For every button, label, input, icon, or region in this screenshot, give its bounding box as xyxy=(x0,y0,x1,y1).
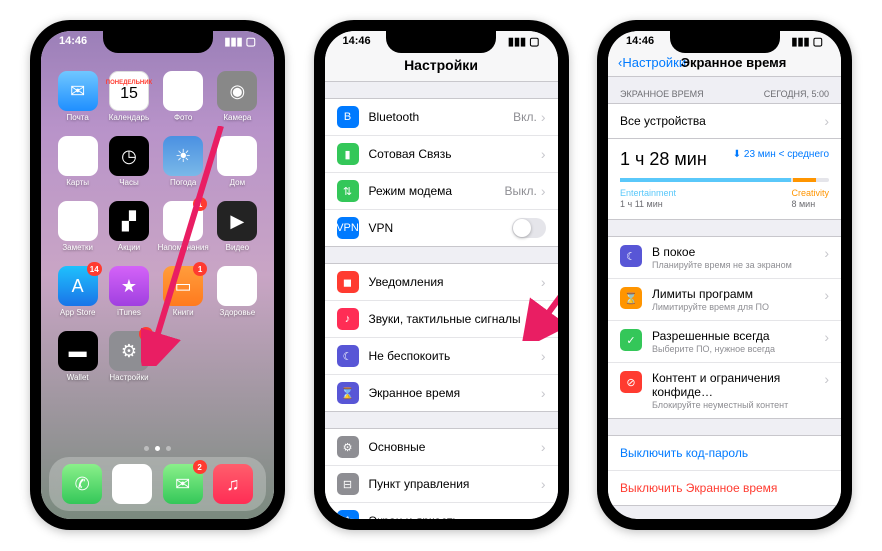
page-title: Экранное время xyxy=(636,55,831,70)
toggle[interactable] xyxy=(512,218,546,238)
row-icon: ◼ xyxy=(337,271,359,293)
dock-app[interactable]: ✆ xyxy=(62,464,102,504)
row-icon: VPN xyxy=(337,217,359,239)
status-time: 14:46 xyxy=(343,35,371,48)
all-devices-row[interactable]: Все устройства› xyxy=(608,103,841,139)
usage-bar xyxy=(620,178,829,182)
app-Карты[interactable]: ➤Карты xyxy=(55,136,100,187)
notch xyxy=(386,31,496,53)
app-Книги[interactable]: ▭1Книги xyxy=(158,266,209,317)
feature-icon: ⊘ xyxy=(620,371,642,393)
dock-app[interactable]: ♫ xyxy=(213,464,253,504)
row-icon: ♪ xyxy=(337,308,359,330)
settings-row-Bluetooth[interactable]: BBluetoothВкл.› xyxy=(325,99,558,136)
section-header: ЭКРАННОЕ ВРЕМЯ Сегодня, 5:00 xyxy=(608,77,841,103)
app-Напоминания[interactable]: ≣1Напоминания xyxy=(158,201,209,252)
settings-row-Звуки, тактильные сигналы[interactable]: ♪Звуки, тактильные сигналы› xyxy=(325,301,558,338)
notch xyxy=(103,31,213,53)
row-icon: ☾ xyxy=(337,345,359,367)
phone-settings: 14:46 ▮▮▮ ▢ Настройки BBluetoothВкл.›▮Со… xyxy=(314,20,569,530)
settings-row-Экранное время[interactable]: ⌛Экранное время› xyxy=(325,375,558,411)
app-App Store[interactable]: A14App Store xyxy=(55,266,100,317)
feature-В покое[interactable]: ☾В покоеПланируйте время не за экраном› xyxy=(608,237,841,279)
app-Здоровье[interactable]: ♥Здоровье xyxy=(215,266,260,317)
feature-Контент и ограничения конфиде…[interactable]: ⊘Контент и ограничения конфиде…Блокируйт… xyxy=(608,363,841,418)
settings-row-Не беспокоить[interactable]: ☾Не беспокоить› xyxy=(325,338,558,375)
status-time: 14:46 xyxy=(59,35,87,48)
usage-summary[interactable]: 1 ч 28 мин ⬇ 23 мин < среднего Entertain… xyxy=(608,139,841,220)
settings-row-Пункт управления[interactable]: ⊟Пункт управления› xyxy=(325,466,558,503)
delta-text: ⬇ 23 мин < среднего xyxy=(733,149,829,160)
row-icon: ▮ xyxy=(337,143,359,165)
updated-time: Сегодня, 5:00 xyxy=(764,89,829,99)
app-Камера[interactable]: ◉Камера xyxy=(215,71,260,122)
settings-row-Сотовая Связь[interactable]: ▮Сотовая Связь› xyxy=(325,136,558,173)
status-right: ▮▮▮ ▢ xyxy=(791,35,823,48)
app-Акции[interactable]: ▞Акции xyxy=(106,201,151,252)
status-time: 14:46 xyxy=(626,35,654,48)
app-Настройки[interactable]: ⚙1Настройки xyxy=(106,331,151,382)
category-breakdown: Entertainment1 ч 11 минCreativity8 мин xyxy=(620,188,829,209)
row-icon: ⌛ xyxy=(337,382,359,404)
app-Видео[interactable]: ▶Видео xyxy=(215,201,260,252)
app-Календарь[interactable]: ПОНЕДЕЛЬНИК15Календарь xyxy=(106,71,151,122)
app-Почта[interactable]: ✉Почта xyxy=(55,71,100,122)
page-dots xyxy=(41,446,274,451)
feature-Разрешенные всегда[interactable]: ✓Разрешенные всегдаВыберите ПО, нужное в… xyxy=(608,321,841,363)
row-icon: B xyxy=(337,106,359,128)
notch xyxy=(670,31,780,53)
app-Часы[interactable]: ◷Часы xyxy=(106,136,151,187)
app-Заметки[interactable]: ≡Заметки xyxy=(55,201,100,252)
feature-icon: ✓ xyxy=(620,329,642,351)
phone-homescreen: 14:46 ▮▮▮ ▢ ✉ПочтаПОНЕДЕЛЬНИК15Календарь… xyxy=(30,20,285,530)
app-iTunes[interactable]: ★iTunes xyxy=(106,266,151,317)
row-icon: ⚙ xyxy=(337,436,359,458)
phone-screentime: 14:46 ▮▮▮ ▢ ‹ Настройки Экранное время Э… xyxy=(597,20,852,530)
settings-row-VPN[interactable]: VPNVPN xyxy=(325,210,558,246)
app-Фото[interactable]: ✿Фото xyxy=(158,71,209,122)
link-button[interactable]: Выключить код-пароль xyxy=(608,436,841,471)
dock: ✆◎ ✉2♫ xyxy=(49,457,266,511)
app-Погода[interactable]: ☀Погода xyxy=(158,136,209,187)
settings-row-Основные[interactable]: ⚙Основные› xyxy=(325,429,558,466)
feature-icon: ⌛ xyxy=(620,287,642,309)
row-icon: A xyxy=(337,510,359,519)
settings-row-Экран и яркость[interactable]: AЭкран и яркость› xyxy=(325,503,558,519)
status-right: ▮▮▮ ▢ xyxy=(224,35,256,48)
total-time: 1 ч 28 мин xyxy=(620,149,707,169)
row-icon: ⊟ xyxy=(337,473,359,495)
settings-row-Режим модема[interactable]: ⇅Режим модемаВыкл.› xyxy=(325,173,558,210)
app-Wallet[interactable]: ▬Wallet xyxy=(55,331,100,382)
settings-row-Уведомления[interactable]: ◼Уведомления› xyxy=(325,264,558,301)
dock-app[interactable]: ◎ xyxy=(112,464,152,504)
row-icon: ⇅ xyxy=(337,180,359,202)
feature-icon: ☾ xyxy=(620,245,642,267)
feature-Лимиты программ[interactable]: ⌛Лимиты программЛимитируйте время для ПО… xyxy=(608,279,841,321)
app-Дом[interactable]: ⌂Дом xyxy=(215,136,260,187)
dock-app[interactable]: ✉2 xyxy=(163,464,203,504)
link-button[interactable]: Выключить Экранное время xyxy=(608,471,841,505)
status-right: ▮▮▮ ▢ xyxy=(508,35,540,48)
